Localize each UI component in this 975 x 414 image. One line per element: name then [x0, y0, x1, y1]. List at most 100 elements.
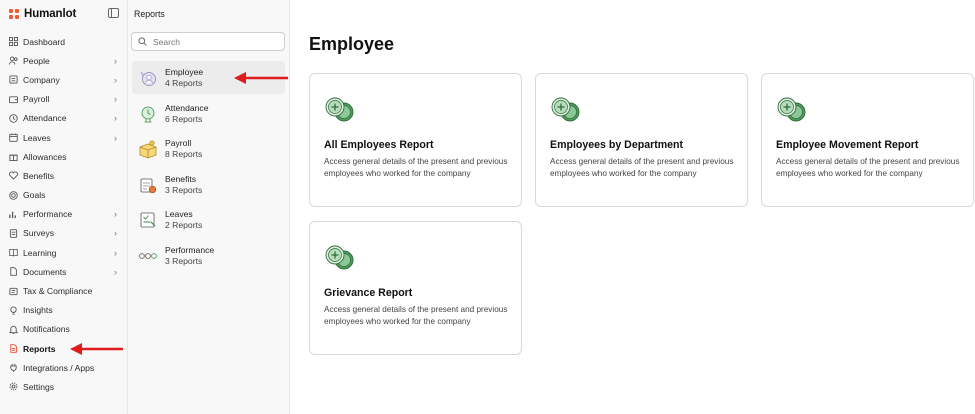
sidebar-item-performance[interactable]: Performance ›: [0, 205, 127, 224]
sidebar-item-people[interactable]: People ›: [0, 51, 127, 70]
chevron-right-icon: ›: [114, 94, 117, 105]
sidebar-item-label: Notifications: [23, 324, 70, 335]
bell-icon: [9, 325, 18, 334]
sidebar-item-label: Tax & Compliance: [23, 286, 93, 297]
sidebar-item-label: Benefits: [23, 170, 55, 181]
sidebar-item-label: Learning: [23, 247, 57, 258]
sidebar-item-label: Surveys: [23, 228, 55, 239]
card-description: Access general details of the present an…: [550, 157, 734, 178]
coins-icon: [777, 97, 806, 122]
sidebar-item-attendance[interactable]: Attendance ›: [0, 109, 127, 128]
sidebar-item-dashboard[interactable]: Dashboard: [0, 32, 127, 51]
sidebar-item-label: Goals: [23, 190, 46, 201]
coins-icon: [551, 97, 580, 122]
chevron-right-icon: ›: [114, 247, 117, 258]
sidebar-item-benefits[interactable]: Benefits: [0, 166, 127, 185]
category-count: 3 Reports: [165, 255, 203, 266]
coins-icon: [325, 97, 354, 122]
report-category-performance[interactable]: Performance 3 Reports: [132, 239, 285, 272]
receipt-icon: [9, 287, 18, 296]
chevron-right-icon: ›: [114, 209, 117, 220]
category-count: 4 Reports: [165, 77, 203, 88]
card-title: All Employees Report: [324, 139, 434, 151]
category-name: Attendance: [165, 102, 209, 113]
sidebar-item-company[interactable]: Company ›: [0, 70, 127, 89]
category-count: 3 Reports: [165, 184, 203, 195]
lightbulb-icon: [9, 306, 18, 315]
chevron-right-icon: ›: [114, 74, 117, 85]
chevron-right-icon: ›: [114, 55, 117, 66]
card-description: Access general details of the present an…: [324, 157, 508, 178]
people-icon: [9, 56, 18, 65]
annotation-arrow-employee: [234, 72, 288, 84]
category-name: Employee: [165, 66, 204, 77]
sidebar-item-label: Settings: [23, 381, 55, 392]
attendance-icon: [141, 106, 155, 122]
sidebar-item-payroll[interactable]: Payroll ›: [0, 90, 127, 109]
sidebar-item-learning[interactable]: Learning ›: [0, 243, 127, 262]
category-count: 8 Reports: [165, 148, 203, 159]
sidebar-item-allowances[interactable]: Allowances: [0, 147, 127, 166]
heart-icon: [9, 171, 18, 181]
report-card-all-employees[interactable]: All Employees Report Access general deta…: [309, 73, 522, 207]
category-name: Benefits: [165, 173, 197, 184]
sidebar-item-notifications[interactable]: Notifications: [0, 320, 127, 339]
sidebar-item-label: Attendance: [23, 113, 67, 124]
sidebar-item-integrations[interactable]: Integrations / Apps: [0, 358, 127, 377]
wallet-icon: [9, 95, 18, 104]
report-card-grievance[interactable]: Grievance Report Access general details …: [309, 221, 522, 355]
card-title: Grievance Report: [324, 287, 413, 299]
page-title: Employee: [309, 34, 395, 54]
report-card-employee-movement[interactable]: Employee Movement Report Access general …: [761, 73, 974, 207]
collapse-sidebar-icon[interactable]: [108, 8, 119, 18]
chevron-right-icon: ›: [114, 228, 117, 239]
sidebar-item-leaves[interactable]: Leaves ›: [0, 128, 127, 147]
sidebar-item-label: Performance: [23, 209, 73, 220]
report-category-benefits[interactable]: Benefits 3 Reports: [132, 168, 285, 201]
chevron-right-icon: ›: [114, 113, 117, 124]
humanlot-logo-icon: [9, 9, 19, 19]
sidebar-item-label: Allowances: [23, 151, 67, 162]
sidebar-item-label: Reports: [23, 343, 56, 354]
building-icon: [9, 75, 18, 85]
employee-icon: [140, 71, 156, 86]
sidebar-item-label: Insights: [23, 305, 53, 316]
card-description: Access general details of the present an…: [776, 157, 960, 178]
chevron-right-icon: ›: [114, 132, 117, 143]
sidebar-item-insights[interactable]: Insights: [0, 301, 127, 320]
coins-icon: [325, 245, 354, 270]
sidebar-item-surveys[interactable]: Surveys ›: [0, 224, 127, 243]
gear-icon: [9, 382, 18, 391]
brand-name: Humanlot: [24, 8, 77, 20]
reports-panel-title: Reports: [134, 9, 165, 19]
sidebar-item-label: Documents: [23, 266, 67, 277]
document-icon: [9, 267, 18, 277]
report-search[interactable]: [131, 32, 285, 51]
report-category-attendance[interactable]: Attendance 6 Reports: [132, 97, 285, 130]
search-icon: [138, 37, 147, 46]
survey-icon: [9, 229, 18, 238]
report-icon: [9, 344, 18, 353]
sidebar-item-settings[interactable]: Settings: [0, 377, 127, 396]
sidebar-item-goals[interactable]: Goals: [0, 186, 127, 205]
chevron-right-icon: ›: [114, 266, 117, 277]
sidebar-item-label: Company: [23, 74, 60, 85]
chart-icon: [9, 210, 18, 219]
report-category-leaves[interactable]: Leaves 2 Reports: [132, 203, 285, 236]
card-title: Employees by Department: [550, 139, 684, 151]
report-category-payroll[interactable]: Payroll 8 Reports: [132, 132, 285, 165]
benefits-icon: [140, 178, 157, 193]
search-input[interactable]: [153, 36, 273, 47]
reports-panel: Reports Employee 4 Reports Attendance 6 …: [128, 0, 290, 414]
category-name: Payroll: [165, 137, 192, 148]
performance-icon: [139, 252, 157, 259]
calendar-icon: [9, 133, 18, 142]
category-count: 2 Reports: [165, 219, 203, 230]
sidebar-item-tax-compliance[interactable]: Tax & Compliance: [0, 281, 127, 300]
report-card-employees-by-department[interactable]: Employees by Department Access general d…: [535, 73, 748, 207]
sidebar-item-documents[interactable]: Documents ›: [0, 262, 127, 281]
main-content: Employee All Employees Report Access gen…: [291, 0, 975, 414]
category-name: Leaves: [165, 208, 193, 219]
card-title: Employee Movement Report: [776, 139, 919, 151]
sidebar-item-label: Integrations / Apps: [23, 362, 95, 373]
